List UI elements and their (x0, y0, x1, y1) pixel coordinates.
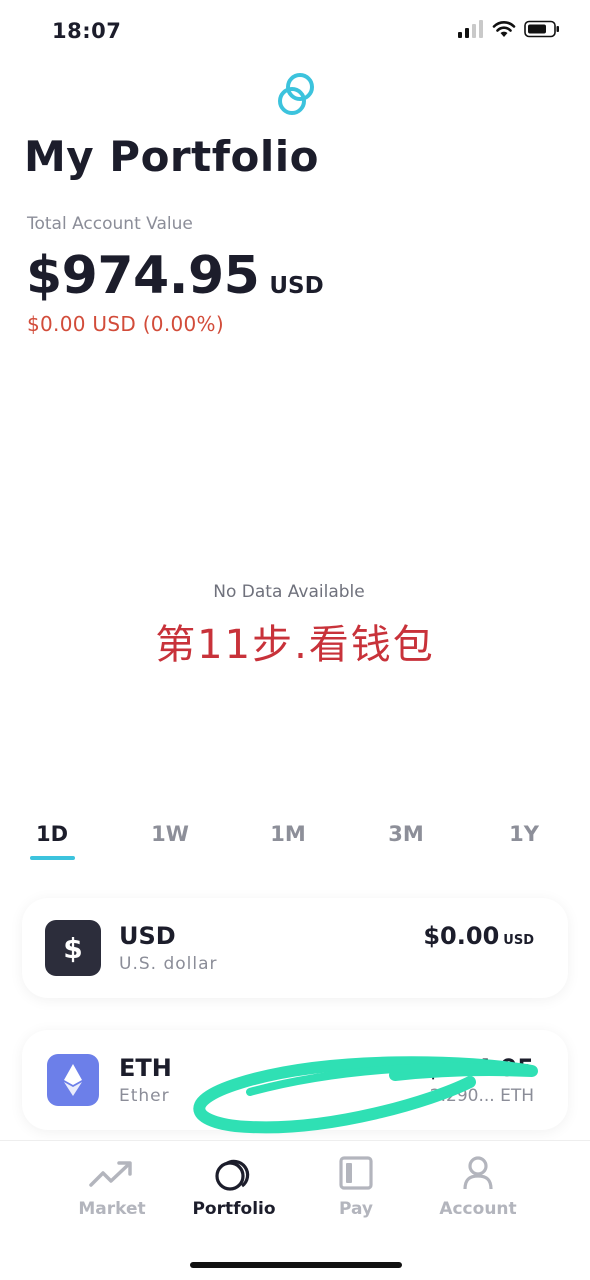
chart-empty-message: No Data Available (213, 582, 365, 602)
total-account-value-label: Total Account Value (27, 214, 193, 234)
home-indicator[interactable] (190, 1262, 402, 1268)
range-tab-1m[interactable]: 1M (258, 822, 318, 846)
battery-icon (524, 20, 559, 38)
tab-market-label: Market (78, 1199, 146, 1219)
asset-unit: USD (503, 933, 534, 948)
range-active-indicator (30, 856, 75, 860)
asset-card-usd[interactable]: $ USD U.S. dollar $0.00 USD (22, 898, 568, 998)
tab-account-label: Account (439, 1199, 517, 1219)
tab-portfolio[interactable]: Portfolio (174, 1155, 294, 1219)
ethereum-icon (47, 1054, 99, 1106)
total-change: $0.00 USD (0.00%) (27, 312, 224, 336)
pay-card-icon (339, 1156, 373, 1190)
status-icons (458, 20, 560, 38)
range-tab-1y[interactable]: 1Y (494, 822, 554, 846)
tab-pay-label: Pay (338, 1199, 374, 1219)
tab-market[interactable]: Market (52, 1155, 172, 1219)
dollar-icon: $ (45, 920, 101, 976)
total-account-value: $974.95 USD (26, 246, 324, 306)
tab-portfolio-label: Portfolio (192, 1199, 276, 1219)
tab-pay[interactable]: Pay (296, 1155, 416, 1219)
asset-card-eth[interactable]: ETH Ether $974.95 2.290... ETH (22, 1030, 568, 1130)
asset-code: USD (119, 922, 176, 950)
gemini-logo-icon (278, 73, 314, 115)
status-bar: 18:07 (0, 0, 590, 64)
market-trend-icon (89, 1161, 132, 1187)
bottom-tab-bar: Market Portfolio Pay Account (0, 1140, 590, 1280)
asset-amount: $974.95 (424, 1054, 534, 1082)
wifi-icon (492, 21, 516, 37)
asset-name: U.S. dollar (119, 954, 218, 974)
range-tab-1w[interactable]: 1W (140, 822, 200, 846)
overlay-annotation-text: 第11步.看钱包 (155, 622, 435, 668)
asset-value: $974.95 (425, 1054, 534, 1082)
range-tab-3m[interactable]: 3M (376, 822, 436, 846)
svg-text:$: $ (63, 932, 82, 965)
asset-quantity: 2.290... ETH (429, 1086, 534, 1106)
total-currency: USD (269, 273, 324, 299)
total-amount: $974.95 (26, 246, 260, 306)
asset-code: ETH (119, 1054, 172, 1082)
asset-name: Ether (119, 1086, 170, 1106)
asset-amount: $0.00 (423, 922, 500, 950)
cellular-signal-icon (458, 20, 483, 38)
portfolio-coins-icon (215, 1159, 250, 1191)
tab-account[interactable]: Account (418, 1155, 538, 1219)
time-range-selector: 1D 1W 1M 3M 1Y (0, 822, 590, 862)
status-time: 18:07 (52, 19, 122, 43)
asset-value: $0.00 USD (423, 922, 534, 950)
account-person-icon (463, 1156, 493, 1190)
range-tab-1d[interactable]: 1D (22, 822, 82, 846)
page-title: My Portfolio (24, 132, 319, 181)
